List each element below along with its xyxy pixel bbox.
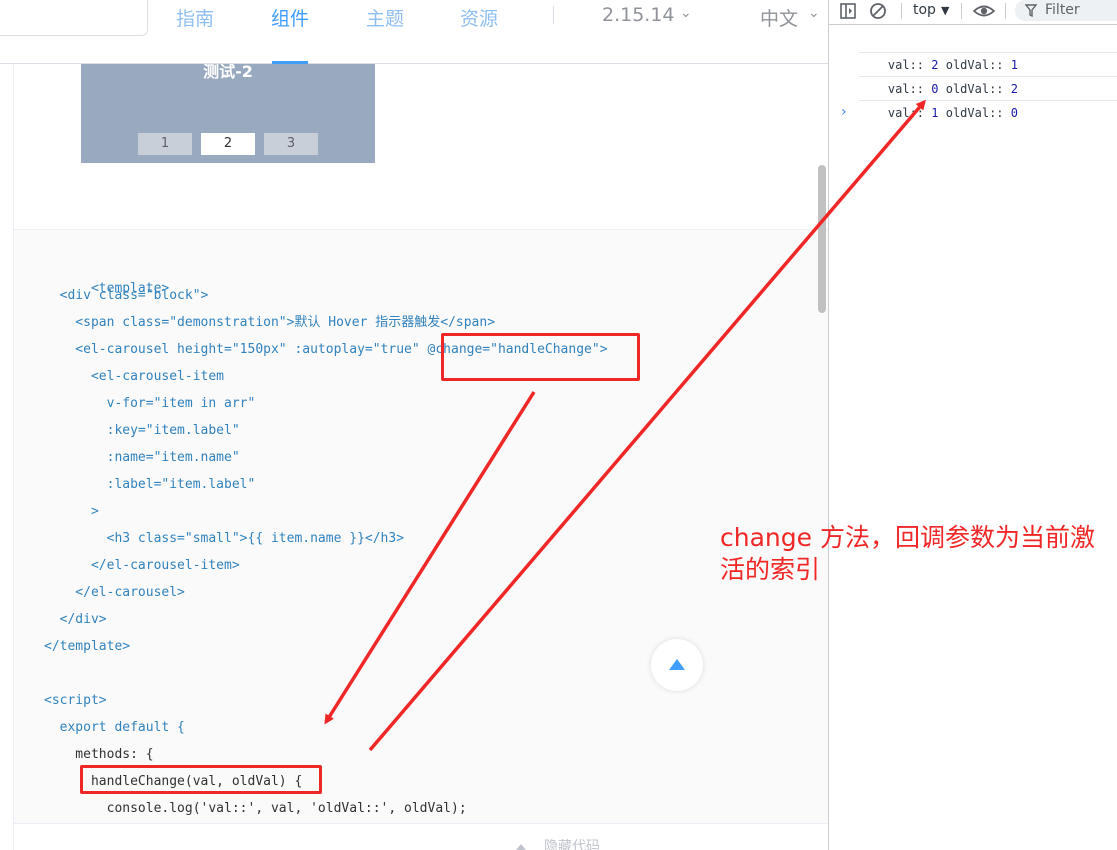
nav-item-components[interactable]: 组件 — [271, 4, 309, 31]
caret-up-icon — [516, 844, 526, 850]
code-line: export default { — [44, 720, 185, 735]
code-line: :label="item.label" — [44, 477, 256, 492]
carousel-demo[interactable]: 测试-2 1 2 3 — [81, 64, 375, 163]
sidebar-toggle-icon[interactable] — [839, 2, 857, 20]
code-line: > — [44, 504, 99, 519]
filter-placeholder: Filter — [1045, 2, 1080, 18]
console-prompt-chevron-icon[interactable]: › — [841, 104, 847, 120]
code-line: </div> — [44, 612, 107, 627]
filter-input[interactable]: Filter — [1015, 0, 1117, 21]
carousel-slide-title: 测试-2 — [203, 64, 253, 81]
top-navigation: 指南 组件 主题 资源 2.15.14 ⌄ 中文 ⌄ — [0, 0, 828, 64]
code-line: console.log('val::', val, 'oldVal::', ol… — [44, 801, 467, 816]
highlight-box-handler — [80, 765, 322, 794]
log-label: oldVal:: — [945, 106, 1004, 120]
code-line: <h3 class="small">{{ item.name }}</h3> — [44, 531, 405, 546]
code-line: v-for="item in arr" — [44, 396, 256, 411]
nav-item-theme[interactable]: 主题 — [366, 4, 404, 31]
back-to-top-button[interactable] — [651, 639, 703, 691]
code-line: <span class="demonstration">默认 Hover 指示器… — [44, 315, 496, 330]
carousel-indicator[interactable]: 3 — [264, 133, 318, 155]
carousel-indicator[interactable]: 1 — [138, 133, 192, 155]
code-line: :name="item.name" — [44, 450, 240, 465]
nav-item-resources[interactable]: 资源 — [460, 4, 498, 31]
nav-divider — [553, 6, 554, 24]
code-block: <template> <div class="block"> <span cla… — [14, 229, 828, 823]
code-toggle-bar[interactable]: 隐藏代码 — [14, 823, 828, 850]
console-log-line: val:: 2 oldVal:: 1 — [859, 29, 1117, 72]
toolbar-divider — [901, 3, 902, 19]
chevron-down-icon[interactable]: ⌄ — [808, 5, 820, 21]
annotation-text: change 方法，回调参数为当前激活的索引 — [720, 523, 1095, 584]
code-line: :key="item.label" — [44, 423, 240, 438]
nav-item-guide[interactable]: 指南 — [176, 4, 214, 31]
devtools-console: top ▼ Filter val:: 2 oldVal:: 1 val:: 0 … — [828, 0, 1117, 850]
code-line: </el-carousel> — [44, 585, 185, 600]
toolbar-divider — [961, 3, 962, 19]
console-log-line: val:: 0 oldVal:: 2 — [859, 53, 1117, 96]
carousel-indicator-active[interactable]: 2 — [201, 133, 255, 155]
console-toolbar: top ▼ Filter — [829, 0, 1117, 25]
language-select[interactable]: 中文 — [760, 4, 798, 31]
filter-icon — [1025, 4, 1037, 17]
caret-down-icon[interactable]: ▼ — [941, 4, 949, 17]
clear-console-icon[interactable] — [869, 2, 887, 20]
docs-page: 指南 组件 主题 资源 2.15.14 ⌄ 中文 ⌄ 测试-2 1 2 3 <t… — [0, 0, 828, 850]
search-box[interactable] — [0, 0, 148, 36]
code-line: <el-carousel-item — [44, 369, 225, 384]
code-line: <template> — [44, 259, 169, 296]
toolbar-divider — [1005, 3, 1006, 19]
code-line: </el-carousel-item> — [44, 558, 240, 573]
code-line: </template> — [44, 639, 131, 654]
caret-up-icon — [669, 659, 685, 670]
log-label: val:: — [887, 106, 925, 120]
version-select[interactable]: 2.15.14 — [602, 4, 675, 26]
eye-icon[interactable] — [973, 2, 995, 20]
hide-code-label[interactable]: 隐藏代码 — [544, 836, 600, 850]
context-select[interactable]: top — [913, 2, 936, 18]
chevron-down-icon[interactable]: ⌄ — [680, 5, 692, 21]
code-line: <div class="block"> — [44, 288, 209, 303]
code-line: methods: { — [44, 747, 154, 762]
page-scrollbar[interactable] — [818, 165, 826, 313]
code-line: <script> — [44, 693, 107, 708]
log-value: 1 — [931, 106, 939, 120]
log-value: 0 — [1010, 106, 1018, 120]
highlight-box-change-event — [441, 333, 640, 381]
console-log-line: val:: 1 oldVal:: 0 — [859, 77, 1117, 120]
